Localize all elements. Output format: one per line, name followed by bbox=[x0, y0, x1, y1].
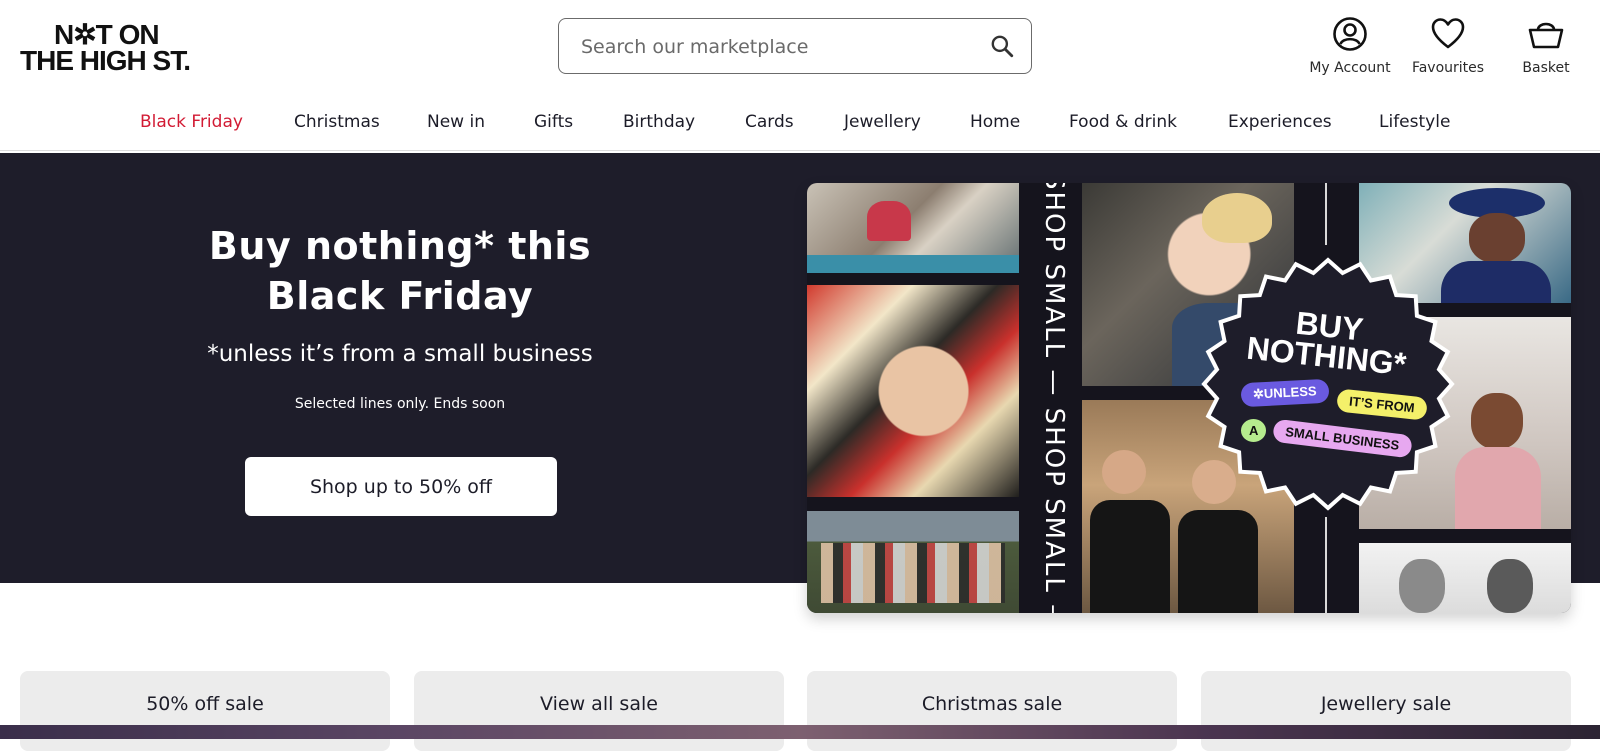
pill-unless: ✲UNLESS bbox=[1240, 378, 1330, 408]
my-account-label: My Account bbox=[1309, 60, 1391, 76]
hero-note: Selected lines only. Ends soon bbox=[294, 396, 506, 412]
heart-icon bbox=[1431, 18, 1465, 49]
nav-item-gifts[interactable]: Gifts bbox=[534, 112, 573, 132]
search-icon[interactable] bbox=[989, 33, 1015, 59]
category-card-jewellery-sale[interactable]: Jewellery sale bbox=[1201, 671, 1571, 751]
basket-label: Basket bbox=[1522, 60, 1570, 76]
collage-divider-top bbox=[1325, 183, 1327, 245]
category-card-label: View all sale bbox=[540, 693, 658, 715]
nav-item-black-friday[interactable]: Black Friday bbox=[140, 112, 243, 132]
nav-item-jewellery[interactable]: Jewellery bbox=[844, 112, 921, 132]
photo-crafting bbox=[807, 183, 1019, 273]
photo-two-women bbox=[1359, 543, 1571, 613]
nav-item-lifestyle[interactable]: Lifestyle bbox=[1379, 112, 1450, 132]
main-nav: Black Friday Christmas New in Gifts Birt… bbox=[0, 100, 1600, 151]
photo-socks bbox=[807, 285, 1019, 497]
hero-subtitle: *unless it’s from a small business bbox=[207, 341, 593, 367]
nav-item-cards[interactable]: Cards bbox=[745, 112, 794, 132]
shop-sale-button[interactable]: Shop up to 50% off bbox=[245, 457, 557, 516]
search-box bbox=[558, 18, 1032, 74]
category-card-view-all-sale[interactable]: View all sale bbox=[414, 671, 784, 751]
search-input[interactable] bbox=[579, 31, 983, 63]
hero-title-line-1: Buy nothing* this bbox=[208, 224, 592, 268]
nav-item-christmas[interactable]: Christmas bbox=[294, 112, 380, 132]
basket-icon bbox=[1528, 22, 1564, 49]
hero-title: Buy nothing* this Black Friday bbox=[150, 221, 650, 321]
category-card-christmas-sale[interactable]: Christmas sale bbox=[807, 671, 1177, 751]
account-icon bbox=[1333, 17, 1367, 51]
nav-item-home[interactable]: Home bbox=[970, 112, 1020, 132]
nav-item-birthday[interactable]: Birthday bbox=[623, 112, 695, 132]
site-logo[interactable]: N✲T ON THE HIGH ST. bbox=[20, 20, 220, 76]
seal-shape bbox=[1201, 257, 1455, 511]
category-card-label: Christmas sale bbox=[921, 693, 1063, 715]
bottom-overlay-bar bbox=[0, 725, 1600, 739]
favourites-label: Favourites bbox=[1411, 60, 1485, 76]
nav-item-food-drink[interactable]: Food & drink bbox=[1069, 112, 1177, 132]
collage-divider-bottom bbox=[1325, 517, 1327, 613]
site-header: N✲T ON THE HIGH ST. My Account Favourite… bbox=[0, 0, 1600, 96]
nav-item-experiences[interactable]: Experiences bbox=[1228, 112, 1332, 132]
category-card-50-off[interactable]: 50% off sale bbox=[20, 671, 390, 751]
logo-line-2: THE HIGH ST. bbox=[20, 45, 191, 76]
nav-item-new-in[interactable]: New in bbox=[427, 112, 485, 132]
category-card-label: Jewellery sale bbox=[1320, 693, 1452, 715]
category-card-label: 50% off sale bbox=[146, 693, 264, 715]
favourites-button[interactable]: Favourites bbox=[1393, 16, 1503, 80]
photo-team bbox=[807, 511, 1019, 613]
basket-button[interactable]: Basket bbox=[1491, 16, 1600, 80]
hero-title-line-2: Black Friday bbox=[266, 274, 534, 318]
hero-collage-image[interactable]: SHOP SMALL — SHOP SMALL — BUY NOTHING* ✲… bbox=[807, 183, 1571, 613]
my-account-button[interactable]: My Account bbox=[1295, 16, 1405, 80]
shop-small-vertical-text: SHOP SMALL — SHOP SMALL — bbox=[1039, 183, 1069, 613]
buy-nothing-seal: BUY NOTHING* ✲UNLESS IT’S FROM A SMALL B… bbox=[1197, 253, 1459, 515]
